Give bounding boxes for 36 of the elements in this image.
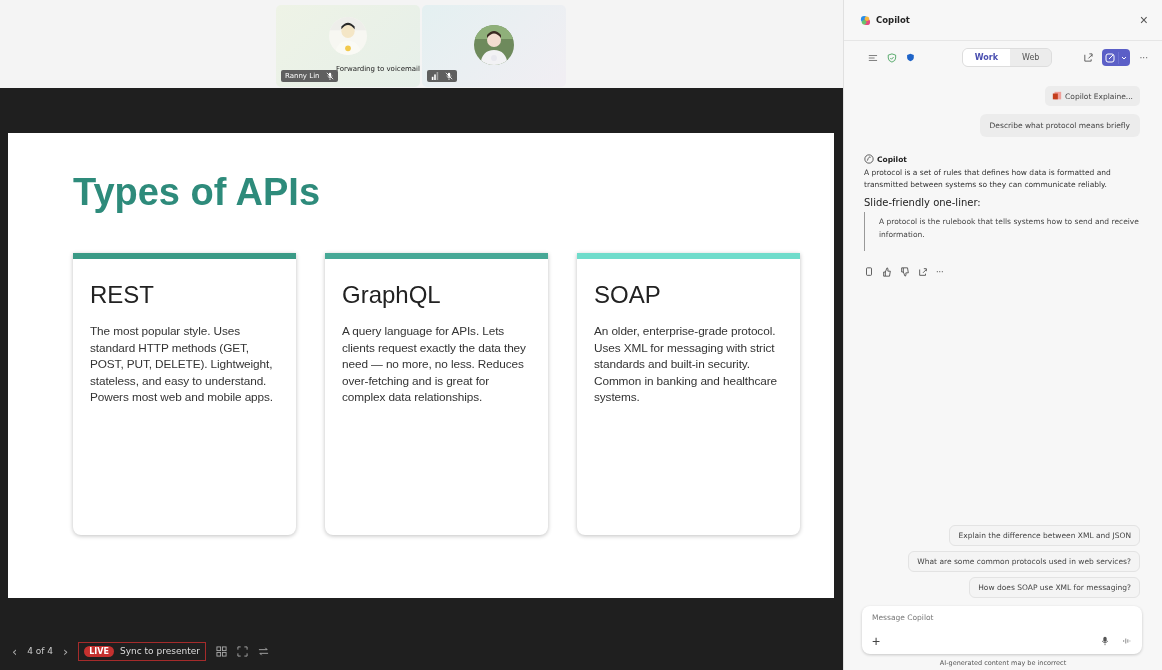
signal-icon [431,72,439,80]
menu-icon[interactable] [868,52,878,63]
card-heading: GraphQL [342,281,442,309]
live-badge: LIVE [84,645,114,657]
thumbs-up-icon[interactable] [882,267,892,277]
copilot-icon [864,154,874,164]
card-text: A query language for APIs. Lets clients request exactly the data they need — no more, no less. Reduces over-fetching and is great for complex data relationships. [342,323,527,406]
more-button[interactable]: ··· [1139,52,1148,63]
sync-button[interactable]: LIVE Sync to presenter [78,641,206,661]
card-heading: SOAP [594,281,662,309]
shield-check-icon[interactable] [886,52,897,63]
mic-icon[interactable] [1100,636,1110,646]
slides-file-icon [1052,91,1063,101]
copy-icon[interactable] [864,267,874,277]
share-icon[interactable] [1082,52,1094,63]
mode-tab[interactable]: Work [962,49,1010,66]
grid-icon[interactable] [215,645,227,657]
card-heading: REST [90,281,155,309]
new-chat-button[interactable] [1102,49,1131,66]
add-button[interactable]: + [872,635,881,647]
thumbs-down-icon[interactable] [900,267,910,277]
card-text: The most popular style. Uses standard HTTP methods (GET, POST, PUT, DELETE). Lightweight, stateless, and easy to understand. Powers most web and mobile apps. [90,323,275,406]
copilot-logo-icon [860,14,871,26]
reply-heading: Slide-friendly one-liner: [864,197,982,208]
close-button[interactable]: × [1139,12,1148,28]
panel-title: Copilot [876,15,910,25]
more-button[interactable]: ··· [936,267,944,277]
previous-button[interactable]: ‹ [12,643,18,659]
page-counter: 4 of 4 [27,646,54,656]
card-text: An older, enterprise-grade protocol. Uses XML for messaging with strict standards and built-in security. Common in banking and healthcare systems. [594,323,779,406]
swap-icon[interactable] [257,645,269,657]
slide-title: Types of APIs [73,171,322,214]
expand-icon[interactable] [236,645,248,657]
share-icon[interactable] [918,267,928,277]
shield-icon[interactable] [905,53,915,62]
next-button[interactable]: › [63,643,69,659]
